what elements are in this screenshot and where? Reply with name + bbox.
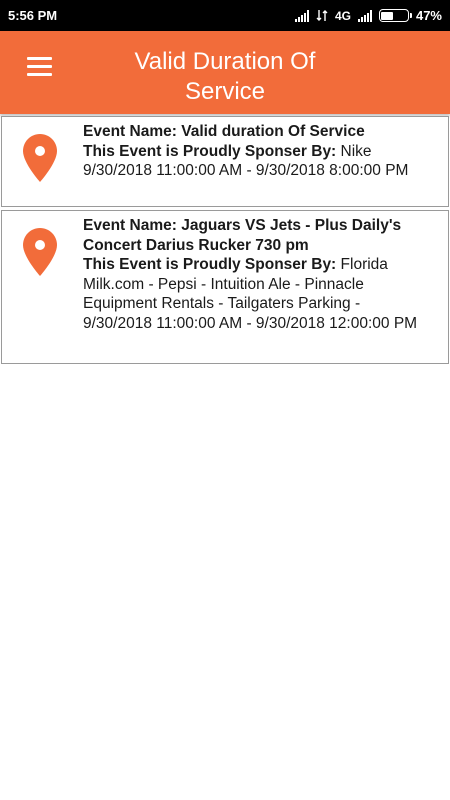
event-datetime: 9/30/2018 11:00:00 AM - 9/30/2018 8:00:0… [83, 162, 409, 179]
pin-column [2, 117, 80, 206]
signal-strength-icon [294, 9, 309, 22]
status-bar: 5:56 PM 4G 47% [0, 0, 450, 31]
hamburger-menu-icon[interactable] [18, 51, 58, 81]
event-name-label: Event Name: [83, 217, 177, 234]
pin-column [2, 211, 80, 363]
event-card[interactable]: Event Name: Valid duration Of Service Th… [1, 116, 449, 207]
battery-percent: 47% [415, 8, 442, 23]
sponsor-label: This Event is Proudly Sponser By: [83, 256, 337, 273]
event-sponsors: Nike [340, 142, 372, 160]
event-name: Valid duration Of Service [181, 123, 365, 140]
sponsor-label: This Event is Proudly Sponser By: [83, 142, 337, 160]
event-datetime: 9/30/2018 11:00:00 AM - 9/30/2018 12:00:… [83, 314, 418, 332]
battery-icon [378, 9, 412, 22]
mute-network-icon [316, 10, 328, 21]
event-name-label: Event Name: [83, 123, 177, 140]
event-details: Event Name: Valid duration Of Service Th… [80, 117, 448, 206]
event-card[interactable]: Event Name: Jaguars VS Jets - Plus Daily… [1, 210, 449, 364]
signal-strength-2-icon [357, 9, 372, 22]
network-type: 4G [334, 8, 351, 23]
event-list: Event Name: Valid duration Of Service Th… [0, 116, 450, 367]
location-pin-icon [23, 134, 57, 182]
page-title: Valid Duration Of Service [134, 48, 316, 105]
app-bar: Valid Duration Of Service [0, 31, 450, 114]
event-details: Event Name: Jaguars VS Jets - Plus Daily… [80, 211, 448, 363]
status-time: 5:56 PM [8, 8, 58, 23]
location-pin-icon [23, 228, 57, 276]
status-icons: 4G 47% [294, 8, 442, 23]
